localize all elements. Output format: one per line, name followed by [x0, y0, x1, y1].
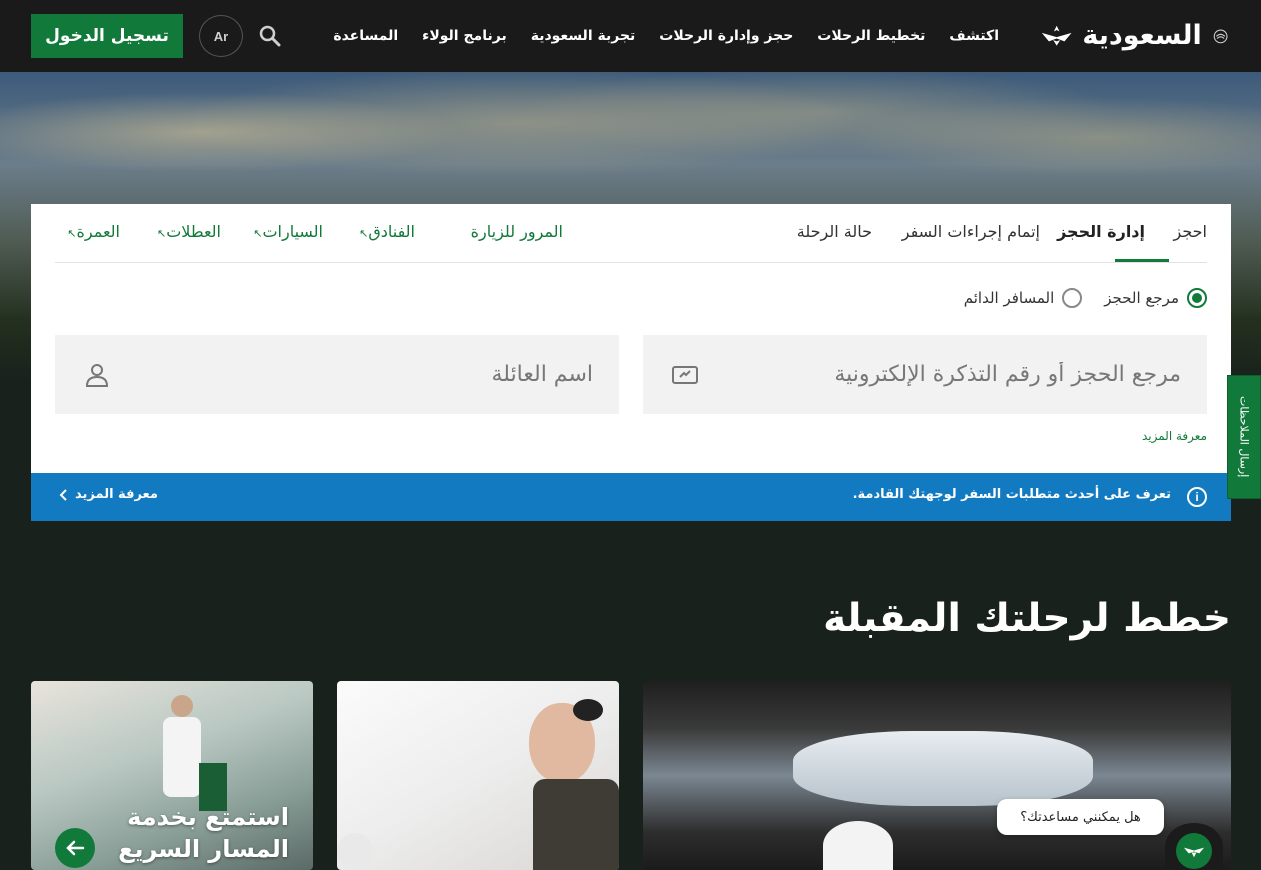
feedback-tab[interactable]: إرسال الملاحظات [1227, 375, 1261, 499]
saudia-emblem-icon [1183, 847, 1205, 858]
radio-frequent-flyer[interactable]: المسافر الدائم [964, 288, 1083, 308]
card-person-photo [171, 695, 193, 717]
chat-avatar [1176, 833, 1212, 869]
card-title-line1: استمتع بخدمة [127, 803, 289, 831]
travel-requirements-more-link[interactable]: معرفة المزيد [59, 487, 158, 502]
travel-requirements-more-label: معرفة المزيد [75, 487, 158, 502]
radio-unchecked-icon [1062, 288, 1083, 308]
chat-prompt-bubble[interactable]: هل يمكنني مساعدتك؟ [997, 799, 1164, 835]
ticket-icon [672, 366, 698, 384]
card-next-button[interactable] [55, 828, 95, 868]
card-title-line2: المسار السريع [118, 835, 289, 863]
chevron-left-icon [59, 488, 67, 501]
tab-check-in[interactable]: إتمام إجراءات السفر [902, 222, 1040, 241]
cabin-crew-card[interactable] [337, 681, 619, 870]
passenger-photo [823, 821, 893, 870]
search-icon [259, 25, 281, 47]
sunroof-photo [793, 731, 1093, 806]
feedback-label: إرسال الملاحظات [1237, 396, 1251, 478]
lookup-type-radios: مرجع الحجز المسافر الدائم [964, 288, 1207, 308]
tab-umrah-label: العمرة [76, 222, 121, 241]
tab-umrah[interactable]: العمرة↖ [64, 222, 120, 241]
saudia-emblem-icon [1041, 25, 1072, 46]
language-toggle[interactable]: Ar [199, 15, 243, 57]
booking-widget: احجز إدارة الحجز إتمام إجراءات السفر حال… [31, 204, 1231, 521]
nav-help[interactable]: المساعدة [333, 28, 398, 44]
radio-booking-reference[interactable]: مرجع الحجز [1104, 288, 1207, 308]
family-name-input[interactable] [55, 335, 619, 414]
crew-hair-photo [573, 699, 603, 721]
nav-discover[interactable]: اكتشف [949, 28, 999, 44]
tab-flight-status[interactable]: حالة الرحلة [797, 222, 872, 241]
tab-transit-visa[interactable]: المرور للزيارة [471, 222, 563, 241]
tab-hotels[interactable]: الفنادق↖ [356, 222, 415, 241]
chat-button[interactable] [1165, 823, 1223, 870]
tab-hotels-label: الفنادق [368, 222, 415, 241]
tabs-divider [55, 262, 1207, 263]
tab-holidays-label: العطلات [166, 222, 221, 241]
info-icon: i [1187, 487, 1207, 507]
travel-requirements-bar: i تعرف على أحدث متطلبات السفر لوجهتك الق… [31, 473, 1231, 521]
travel-requirements-text: تعرف على أحدث متطلبات السفر لوجهتك القاد… [852, 487, 1171, 502]
main-nav: اكتشف تخطيط الرحلات حجز وإدارة الرحلات ت… [333, 0, 999, 72]
card-person-photo [163, 717, 201, 797]
radio-frequent-flyer-label: المسافر الدائم [963, 289, 1055, 307]
tab-book[interactable]: احجز [1174, 222, 1208, 241]
nav-loyalty[interactable]: برنامج الولاء [422, 28, 507, 44]
tab-manage-booking[interactable]: إدارة الحجز [1057, 222, 1145, 241]
external-link-icon: ↖ [157, 227, 167, 240]
passenger-photo [337, 833, 373, 870]
fast-track-card[interactable]: استمتع بخدمة المسار السريع [31, 681, 313, 870]
login-button[interactable]: تسجيل الدخول [31, 14, 183, 58]
nav-saudia-experience[interactable]: تجربة السعودية [531, 28, 636, 44]
tab-cars[interactable]: السيارات↖ [250, 222, 323, 241]
search-button[interactable] [254, 20, 286, 52]
saudia-logo[interactable]: السعودية [1039, 12, 1231, 58]
booking-reference-input[interactable] [643, 335, 1207, 414]
nav-book-manage[interactable]: حجز وإدارة الرحلات [659, 28, 793, 44]
booking-reference-field [643, 335, 1207, 414]
external-link-icon: ↖ [359, 227, 369, 240]
arrow-left-icon [66, 840, 85, 856]
skyteam-icon [1213, 29, 1228, 44]
user-icon [85, 364, 109, 387]
nav-trip-planning[interactable]: تخطيط الرحلات [817, 28, 925, 44]
card-title: استمتع بخدمة المسار السريع [118, 801, 289, 865]
learn-more-link[interactable]: معرفة المزيد [1142, 429, 1207, 443]
section-title: خطط لرحلتك المقبلة [823, 596, 1231, 641]
booking-tabs: احجز إدارة الحجز إتمام إجراءات السفر حال… [31, 204, 1231, 263]
tab-holidays[interactable]: العطلات↖ [154, 222, 221, 241]
tab-cars-label: السيارات [262, 222, 323, 241]
logo-text: السعودية [1082, 19, 1202, 51]
crew-uniform-photo [533, 779, 619, 870]
family-name-field [55, 335, 619, 414]
car-service-card[interactable] [643, 681, 1231, 870]
radio-checked-icon [1187, 288, 1207, 308]
site-header: السعودية اكتشف تخطيط الرحلات حجز وإدارة … [0, 0, 1261, 72]
external-link-icon: ↖ [67, 227, 77, 240]
radio-booking-reference-label: مرجع الحجز [1104, 289, 1179, 307]
